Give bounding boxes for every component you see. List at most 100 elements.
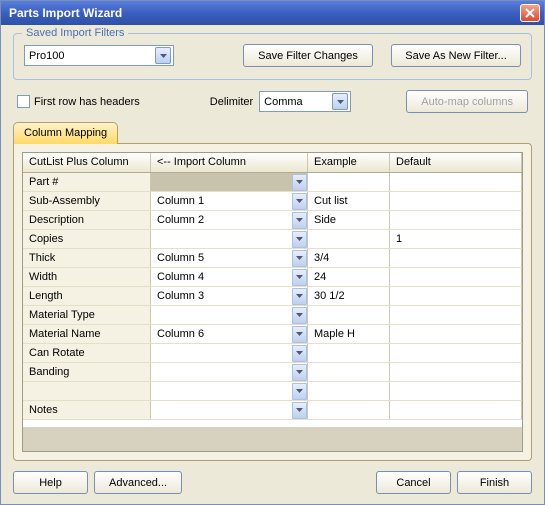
- grid-body[interactable]: Part #Sub-AssemblyColumn 1Cut listDescri…: [23, 173, 522, 427]
- table-row[interactable]: Part #: [23, 173, 522, 192]
- chevron-down-icon: [292, 383, 307, 400]
- table-row[interactable]: Can Rotate: [23, 344, 522, 363]
- chevron-down-icon: [332, 93, 348, 110]
- cell-example: Maple H: [308, 325, 390, 343]
- cell-cutlist-column: Sub-Assembly: [23, 192, 151, 210]
- cell-import-column[interactable]: [151, 363, 308, 381]
- window-title: Parts Import Wizard: [5, 6, 520, 20]
- cell-example: [308, 363, 390, 381]
- cell-cutlist-column: Can Rotate: [23, 344, 151, 362]
- first-row-headers-checkbox[interactable]: [17, 95, 30, 108]
- cell-cutlist-column: Copies: [23, 230, 151, 248]
- cell-import-column[interactable]: Column 1: [151, 192, 308, 210]
- cell-example: 30 1/2: [308, 287, 390, 305]
- save-filter-changes-button[interactable]: Save Filter Changes: [243, 44, 373, 67]
- table-row[interactable]: Material NameColumn 6Maple H: [23, 325, 522, 344]
- chevron-down-icon: [292, 231, 307, 248]
- cancel-button[interactable]: Cancel: [376, 471, 451, 494]
- cell-default[interactable]: [390, 173, 522, 191]
- table-row[interactable]: ThickColumn 53/4: [23, 249, 522, 268]
- window-body: Saved Import Filters Pro100 Save Filter …: [1, 25, 544, 504]
- cell-import-column[interactable]: [151, 230, 308, 248]
- chevron-down-icon: [155, 47, 171, 64]
- cell-import-column[interactable]: [151, 401, 308, 419]
- cell-default[interactable]: [390, 306, 522, 324]
- table-row[interactable]: Notes: [23, 401, 522, 420]
- col-header-default[interactable]: Default: [390, 153, 522, 172]
- tab-column-mapping[interactable]: Column Mapping: [13, 122, 118, 144]
- cell-default[interactable]: [390, 401, 522, 419]
- delimiter-select[interactable]: Comma: [259, 91, 351, 112]
- button-bar: Help Advanced... Cancel Finish: [13, 461, 532, 494]
- col-header-cutlist[interactable]: CutList Plus Column: [23, 153, 151, 172]
- chevron-down-icon: [292, 288, 307, 305]
- cell-default[interactable]: 1: [390, 230, 522, 248]
- cell-import-column[interactable]: [151, 173, 308, 191]
- cell-import-column[interactable]: Column 3: [151, 287, 308, 305]
- cell-default[interactable]: [390, 382, 522, 400]
- cell-import-column[interactable]: Column 2: [151, 211, 308, 229]
- cell-cutlist-column: Width: [23, 268, 151, 286]
- finish-button[interactable]: Finish: [457, 471, 532, 494]
- cell-import-column[interactable]: [151, 344, 308, 362]
- cell-cutlist-column: Material Name: [23, 325, 151, 343]
- table-row[interactable]: Material Type: [23, 306, 522, 325]
- advanced-button[interactable]: Advanced...: [94, 471, 182, 494]
- table-row[interactable]: WidthColumn 424: [23, 268, 522, 287]
- chevron-down-icon: [292, 193, 307, 210]
- cell-default[interactable]: [390, 249, 522, 267]
- cell-cutlist-column: Part #: [23, 173, 151, 191]
- cell-import-column[interactable]: Column 6: [151, 325, 308, 343]
- cell-default[interactable]: [390, 192, 522, 210]
- cell-example: [308, 230, 390, 248]
- cell-import-column[interactable]: Column 4: [151, 268, 308, 286]
- saved-filters-group: Saved Import Filters Pro100 Save Filter …: [13, 33, 532, 80]
- cell-example: [308, 306, 390, 324]
- col-header-example[interactable]: Example: [308, 153, 390, 172]
- col-header-import[interactable]: <-- Import Column: [151, 153, 308, 172]
- cell-default[interactable]: [390, 363, 522, 381]
- cell-example: Cut list: [308, 192, 390, 210]
- chevron-down-icon: [292, 212, 307, 229]
- cell-default[interactable]: [390, 287, 522, 305]
- close-icon: [525, 8, 535, 18]
- cell-default[interactable]: [390, 325, 522, 343]
- tab-content: CutList Plus Column <-- Import Column Ex…: [13, 143, 532, 461]
- filter-row: Pro100 Save Filter Changes Save As New F…: [24, 44, 521, 67]
- cell-default[interactable]: [390, 211, 522, 229]
- cell-default[interactable]: [390, 344, 522, 362]
- cell-example: 3/4: [308, 249, 390, 267]
- cell-cutlist-column: Notes: [23, 401, 151, 419]
- close-button[interactable]: [520, 4, 540, 22]
- cell-cutlist-column: Banding: [23, 363, 151, 381]
- cell-example: [308, 401, 390, 419]
- tab-strip: Column Mapping: [13, 121, 532, 143]
- cell-default[interactable]: [390, 268, 522, 286]
- chevron-down-icon: [292, 402, 307, 419]
- chevron-down-icon: [292, 326, 307, 343]
- cell-import-column[interactable]: Column 5: [151, 249, 308, 267]
- table-row[interactable]: [23, 382, 522, 401]
- cell-cutlist-column: Material Type: [23, 306, 151, 324]
- cell-cutlist-column: [23, 382, 151, 400]
- first-row-headers-label: First row has headers: [34, 96, 140, 108]
- cell-cutlist-column: Description: [23, 211, 151, 229]
- filter-select[interactable]: Pro100: [24, 45, 174, 66]
- table-row[interactable]: Sub-AssemblyColumn 1Cut list: [23, 192, 522, 211]
- chevron-down-icon: [292, 345, 307, 362]
- help-button[interactable]: Help: [13, 471, 88, 494]
- wizard-window: Parts Import Wizard Saved Import Filters…: [0, 0, 545, 505]
- table-row[interactable]: DescriptionColumn 2Side: [23, 211, 522, 230]
- cell-example: [308, 344, 390, 362]
- table-row[interactable]: Copies 1: [23, 230, 522, 249]
- mapping-grid: CutList Plus Column <-- Import Column Ex…: [22, 152, 523, 452]
- cell-import-column[interactable]: [151, 306, 308, 324]
- table-row[interactable]: LengthColumn 330 1/2: [23, 287, 522, 306]
- table-row[interactable]: Banding: [23, 363, 522, 382]
- chevron-down-icon: [292, 174, 307, 191]
- cell-import-column[interactable]: [151, 382, 308, 400]
- cell-cutlist-column: Thick: [23, 249, 151, 267]
- save-as-new-filter-button[interactable]: Save As New Filter...: [391, 44, 521, 67]
- auto-map-columns-button[interactable]: Auto-map columns: [406, 90, 528, 113]
- filter-select-value: Pro100: [29, 50, 155, 62]
